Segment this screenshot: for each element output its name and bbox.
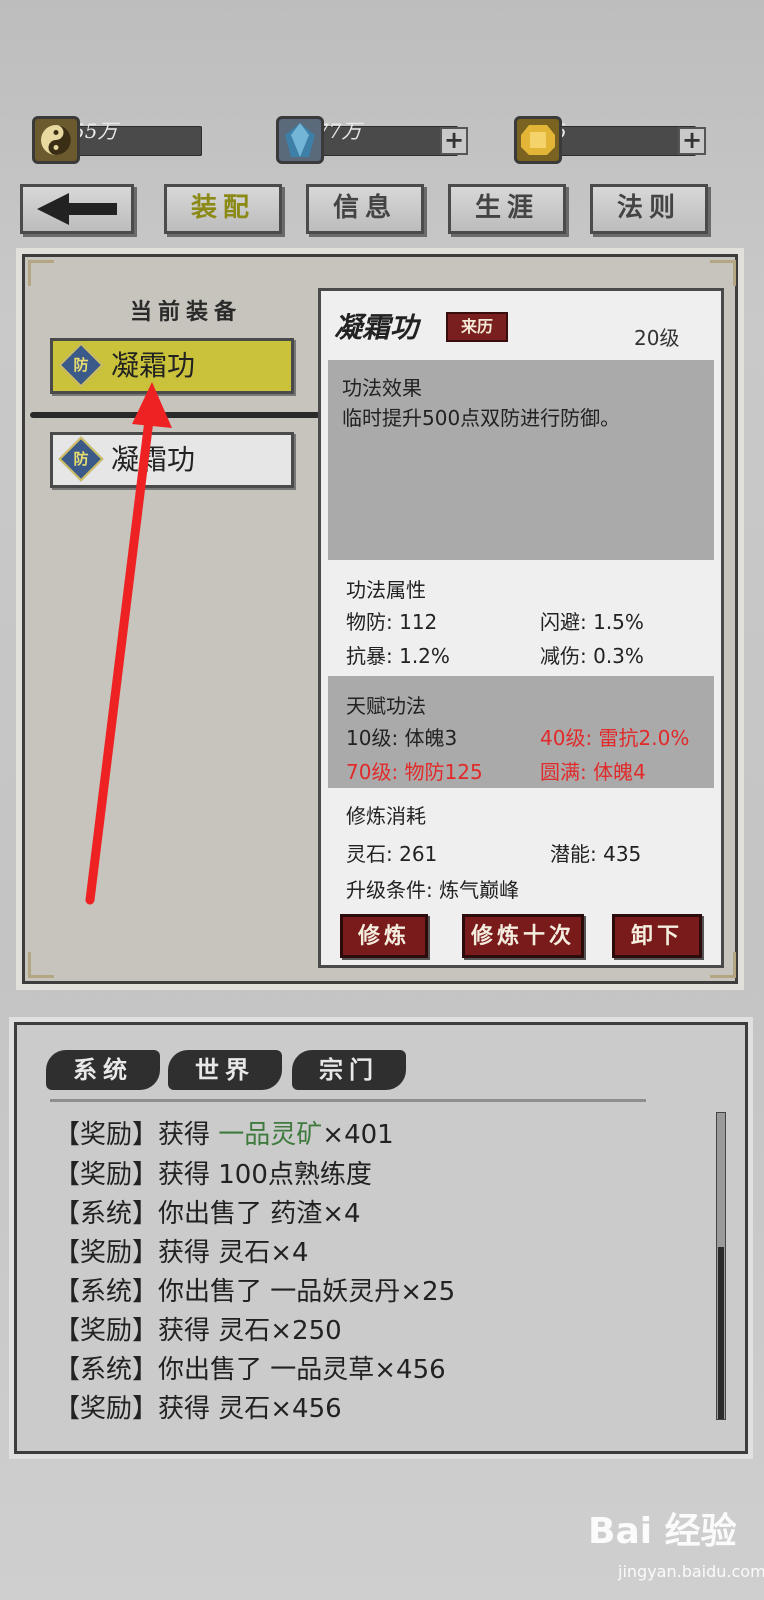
- chat-scrollbar[interactable]: [716, 1112, 726, 1420]
- chat-tab-sect[interactable]: 宗门: [292, 1050, 406, 1090]
- chat-tab-world[interactable]: 世界: [168, 1050, 282, 1090]
- chat-line: 【系统】你出售了 药渣×4: [54, 1199, 361, 1229]
- chat-line: 【系统】你出售了 一品妖灵丹×25: [54, 1277, 456, 1307]
- chat-divider: [50, 1099, 646, 1102]
- chat-line: 【奖励】获得 灵石×250: [54, 1316, 342, 1346]
- chat-line: 【奖励】获得 灵石×456: [54, 1394, 342, 1424]
- chat-line: 【系统】你出售了 一品灵草×456: [54, 1355, 446, 1385]
- chat-line: 【奖励】获得 100点熟练度: [54, 1160, 372, 1190]
- scrollbar-thumb[interactable]: [718, 1247, 724, 1419]
- watermark-url: jingyan.baidu.com: [618, 1562, 764, 1581]
- chat-tab-system[interactable]: 系统: [46, 1050, 160, 1090]
- annotation-arrow-icon: [85, 382, 172, 905]
- chat-line: 【奖励】获得 一品灵矿×401: [54, 1120, 394, 1150]
- chat-line: 【奖励】获得 灵石×4: [54, 1238, 309, 1268]
- baidu-watermark: Bai 经验: [588, 1511, 737, 1552]
